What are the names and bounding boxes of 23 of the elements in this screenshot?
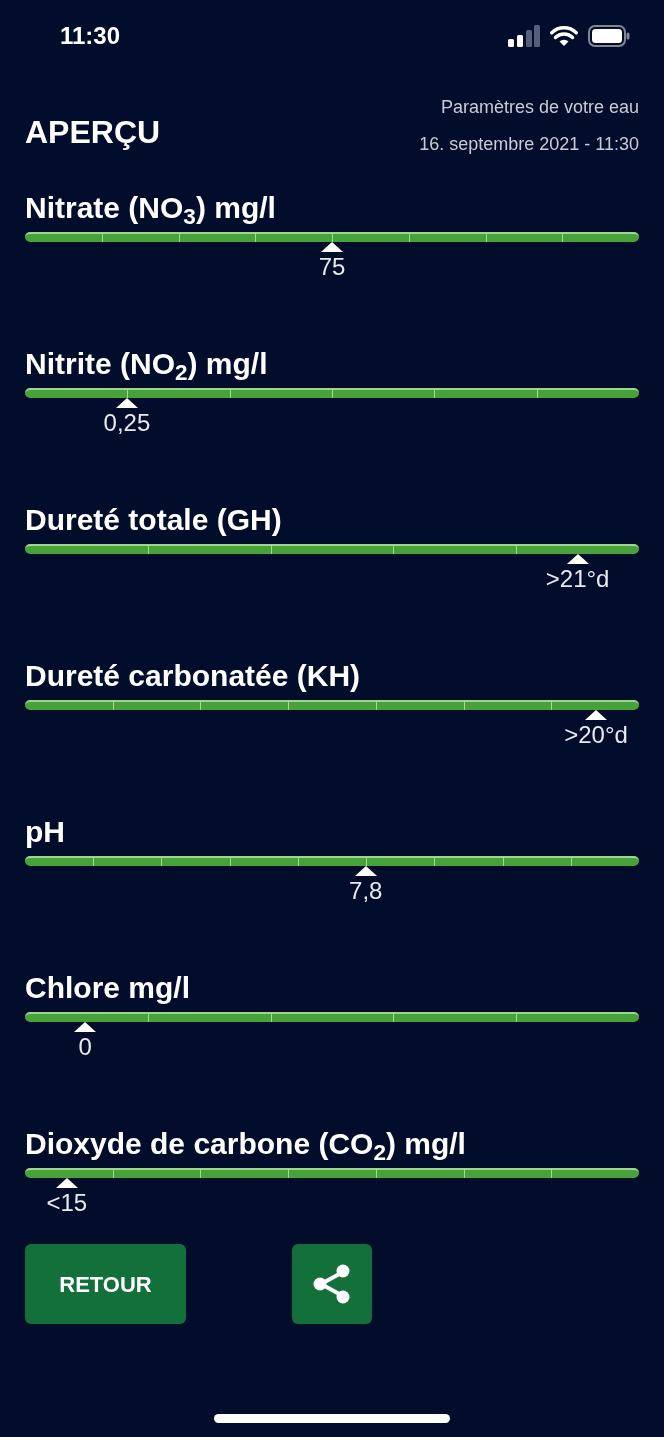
value-label: 7,8	[349, 876, 383, 906]
signal-icon	[508, 25, 540, 47]
parameter-label: Chlore mg/l	[25, 970, 191, 1006]
timestamp: 16. septembre 2021 - 11:30	[419, 133, 639, 156]
wifi-icon	[550, 25, 578, 47]
battery-icon	[588, 25, 630, 47]
value-label: <15	[46, 1188, 88, 1218]
value-label: 0,25	[103, 408, 151, 438]
parameter-label: pH	[25, 814, 66, 850]
share-button[interactable]	[292, 1244, 372, 1324]
value-label: >21°d	[545, 564, 610, 594]
subtitle: Paramètres de votre eau	[440, 96, 639, 119]
parameter-label: Nitrate (NO$_{3}$) mg/l	[25, 190, 277, 228]
value-label: 75	[318, 252, 346, 282]
value-label: 0	[78, 1032, 92, 1062]
parameter-label: Nitrite (NO$_{2}$) mg/l	[25, 346, 269, 384]
back-button[interactable]: RETOUR	[25, 1244, 186, 1324]
parameter-label: Dureté carbonatée (KH)	[25, 658, 362, 694]
parameter-label: Dureté totale (GH)	[25, 502, 283, 538]
value-label: >20°d	[564, 720, 628, 750]
status-time: 11:30	[60, 21, 121, 51]
parameter-label: Dioxyde de carbone (CO$_{2}$) mg/l	[25, 1126, 467, 1164]
page-title: APERÇU	[25, 113, 161, 152]
